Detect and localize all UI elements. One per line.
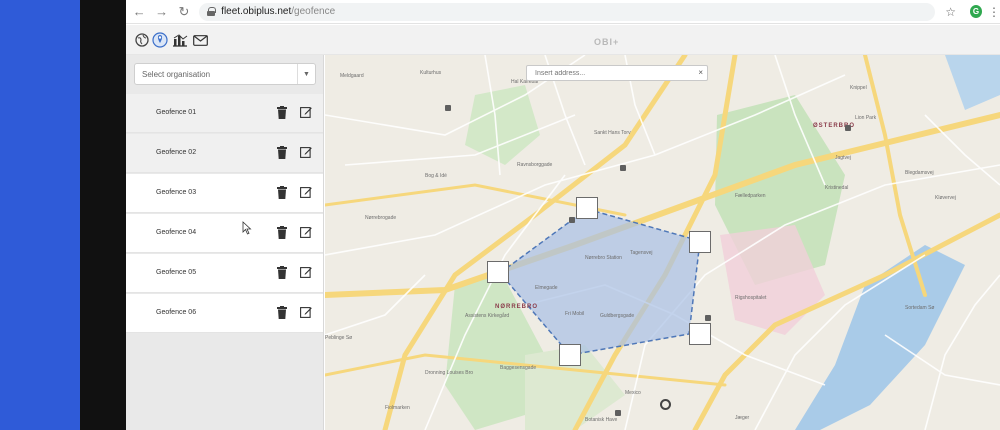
map-place-label: Bog & Idé [425, 173, 447, 179]
map-view[interactable]: ØSTERBRO NØRREBRO Meldgaard Kulturhus Bo… [325, 55, 1000, 430]
trash-icon[interactable] [277, 106, 287, 119]
map-place-label: Kristinedal [825, 185, 849, 191]
geofence-name: Geofence 05 [156, 269, 197, 276]
map-place-label: Tagensvej [630, 250, 653, 256]
geofence-name: Geofence 03 [156, 189, 197, 196]
map-pin-icon[interactable] [152, 32, 168, 48]
district-label: NØRREBRO [495, 304, 539, 310]
geofence-name: Geofence 04 [156, 229, 197, 236]
geofence-row[interactable]: Geofence 04 [126, 214, 323, 253]
map-place-label: Jæger [735, 415, 750, 421]
map-place-label: Nørrebro Station [585, 255, 622, 261]
map-poi-icon [705, 315, 711, 321]
geofence-name: Geofence 02 [156, 149, 197, 156]
browser-toolbar: ← → ↻ fleet.obiplus.net/geofence ☆ G ⋮ [126, 0, 1000, 24]
geofence-vertex-handle[interactable] [487, 261, 509, 283]
trash-icon[interactable] [277, 146, 287, 159]
organisation-select-label: Select organisation [142, 70, 211, 79]
geofence-row[interactable]: Geofence 02 [126, 134, 323, 173]
geofence-name: Geofence 06 [156, 309, 197, 316]
trash-icon[interactable] [277, 186, 287, 199]
browser-window: ← → ↻ fleet.obiplus.net/geofence ☆ G ⋮ O… [126, 0, 1000, 430]
address-search[interactable]: × [526, 65, 708, 81]
url-path: /geofence [291, 6, 336, 17]
map-place-label: Botanisk Have [585, 417, 618, 423]
kebab-menu-icon[interactable]: ⋮ [988, 5, 1000, 19]
map-place-label: Guldbergsgade [600, 313, 635, 319]
brand-logo: OBI+ [594, 37, 620, 47]
organisation-select[interactable]: Select organisation ▼ [134, 63, 316, 85]
geofence-row[interactable]: Geofence 05 [126, 254, 323, 293]
chart-icon[interactable] [172, 32, 188, 48]
map-place-label: Knippel [850, 85, 867, 91]
trash-icon[interactable] [277, 226, 287, 239]
lock-icon [207, 7, 217, 16]
geofence-vertex-handle[interactable] [559, 344, 581, 366]
map-place-label: Lion Park [855, 115, 877, 121]
forward-arrow-icon[interactable]: → [152, 2, 170, 22]
map-place-label: Fælledparken [735, 193, 766, 199]
geofence-vertex-handle[interactable] [689, 323, 711, 345]
map-poi-icon [445, 105, 451, 111]
geofence-row[interactable]: Geofence 01 [126, 94, 323, 133]
map-place-label: Elmegade [535, 285, 558, 291]
map-place-label: Dronning Louises Bro [425, 370, 474, 376]
map-place-label: Sankt Hans Torv [594, 130, 631, 136]
edit-icon[interactable] [300, 146, 312, 158]
back-arrow-icon[interactable]: ← [130, 2, 148, 22]
map-place-label: Baggesensgade [500, 365, 537, 371]
map-poi-icon [615, 410, 621, 416]
geofence-vertex-handle[interactable] [576, 197, 598, 219]
edit-icon[interactable] [300, 186, 312, 198]
location-marker-icon [660, 399, 671, 410]
map-place-label: Nørrebrogade [365, 215, 397, 221]
map-place-label: Meldgaard [340, 73, 364, 79]
profile-avatar[interactable]: G [970, 5, 983, 18]
mail-icon[interactable] [192, 32, 208, 48]
window-bezel [80, 0, 126, 430]
url-host: fleet.obiplus.net [221, 6, 292, 17]
map-place-label: Kløvervej [935, 195, 956, 201]
map-poi-icon [569, 217, 575, 223]
edit-icon[interactable] [300, 106, 312, 118]
chevron-down-icon[interactable]: ▼ [297, 64, 315, 84]
map-place-label: Sortedam Sø [905, 305, 935, 311]
map-place-label: Jagtvej [835, 155, 851, 161]
map-place-label: Ravnsborggade [517, 162, 553, 168]
geofence-vertex-handle[interactable] [689, 231, 711, 253]
mouse-cursor-icon [242, 221, 252, 235]
desktop-background [0, 0, 80, 430]
globe-icon[interactable] [134, 32, 150, 48]
map-poi-icon [620, 165, 626, 171]
edit-icon[interactable] [300, 226, 312, 238]
map-place-label: Assistens Kirkegård [465, 313, 510, 319]
map-place-label: Fiolmarken [385, 405, 410, 411]
geofence-sidebar: Select organisation ▼ Geofence 01 Geofen… [126, 55, 324, 430]
map-place-label: Peblinge Sø [325, 335, 353, 341]
app-header: OBI+ [126, 25, 1000, 55]
close-icon[interactable]: × [698, 68, 703, 77]
address-input[interactable] [527, 66, 692, 80]
reload-icon[interactable]: ↻ [175, 2, 193, 22]
address-bar[interactable]: fleet.obiplus.net/geofence [199, 2, 936, 21]
map-place-label: Fri Mobil [565, 311, 585, 317]
map-place-label: Kulturhus [420, 70, 442, 76]
geofence-name: Geofence 01 [156, 109, 197, 116]
map-poi-icon [845, 125, 851, 131]
geofence-row[interactable]: Geofence 06 [126, 294, 323, 333]
edit-icon[interactable] [300, 306, 312, 318]
bookmark-star-icon[interactable]: ☆ [945, 5, 956, 19]
edit-icon[interactable] [300, 266, 312, 278]
trash-icon[interactable] [277, 266, 287, 279]
map-place-label: Mexico [625, 390, 641, 396]
geofence-row[interactable]: Geofence 03 [126, 174, 323, 213]
trash-icon[interactable] [277, 306, 287, 319]
map-place-label: Blegdamsvej [905, 170, 934, 176]
map-place-label: Rigshospitalet [735, 295, 767, 301]
